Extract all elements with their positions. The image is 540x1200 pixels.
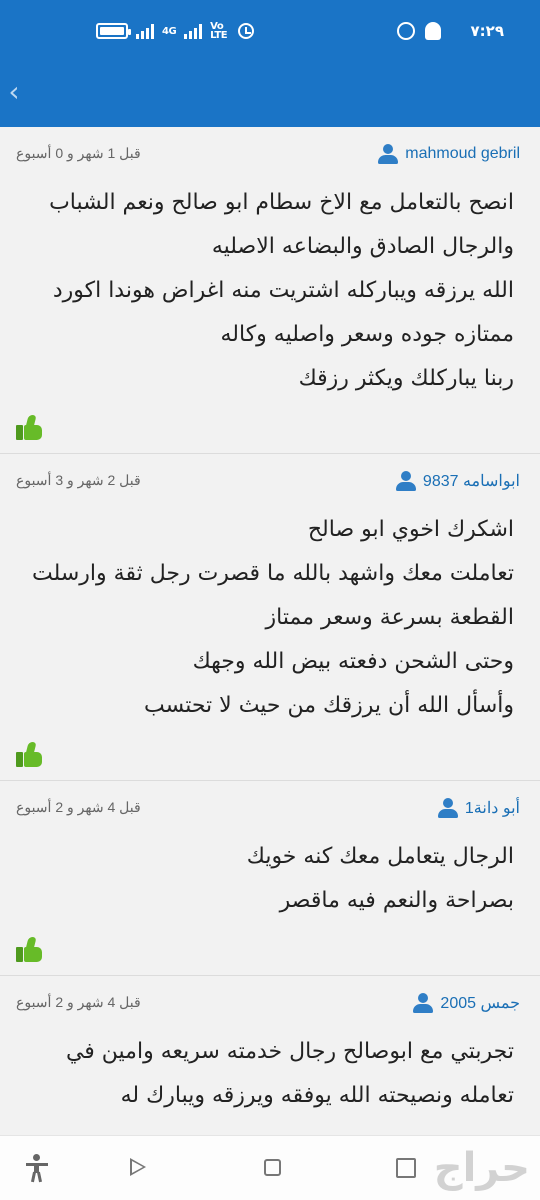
review-like-row [16, 405, 518, 453]
review-item: ابواسامه 9837 قبل 2 شهر و 3 أسبوع اشكرك … [0, 454, 540, 781]
review-line: اشكرك اخوي ابو صالح [307, 517, 514, 542]
user-icon [437, 798, 459, 818]
volte-label: Vo LTE [210, 21, 228, 41]
review-line: القطعة بسرعة وسعر ممتاز [265, 605, 514, 630]
review-header: ابواسامه 9837 قبل 2 شهر و 3 أسبوع [16, 468, 520, 498]
reviews-list[interactable]: mahmoud gebril قبل 1 شهر و 0 أسبوع انصح … [0, 127, 540, 1135]
review-user[interactable]: جمس 2005 [412, 993, 520, 1013]
review-header: جمس 2005 قبل 4 شهر و 2 أسبوع [16, 990, 520, 1020]
network-type-label: 4G [162, 25, 177, 37]
alarm-icon [238, 23, 255, 39]
battery-icon [96, 23, 131, 39]
review-time: قبل 1 شهر و 0 أسبوع [16, 145, 141, 161]
user-icon [395, 471, 417, 491]
status-clock: ٧:٢٩ [470, 22, 504, 40]
review-item: أبو دانة1 قبل 4 شهر و 2 أسبوع الرجال يتع… [0, 781, 540, 976]
signal-icon [136, 23, 154, 39]
review-text: اشكرك اخوي ابو صالح تعاملت معك واشهد بال… [16, 498, 518, 728]
nav-recents-icon[interactable] [396, 1158, 416, 1178]
thumbs-up-icon[interactable] [16, 415, 44, 441]
thumbs-up-icon[interactable] [16, 937, 44, 963]
review-like-row [16, 927, 518, 975]
review-username[interactable]: ابواسامه 9837 [423, 471, 520, 491]
review-header: mahmoud gebril قبل 1 شهر و 0 أسبوع [16, 141, 520, 171]
review-time: قبل 4 شهر و 2 أسبوع [16, 994, 141, 1010]
review-line: انصح بالتعامل مع الاخ سطام ابو صالح ونعم… [49, 190, 514, 215]
signal-icon-2 [184, 23, 203, 39]
review-item: جمس 2005 قبل 4 شهر و 2 أسبوع تجربتي مع ا… [0, 976, 540, 1118]
review-line: وأسأل الله أن يرزقك من حيث لا تحتسب [143, 693, 514, 718]
review-line: وحتى الشحن دفعته بيض الله وجهك [192, 649, 514, 674]
review-time: قبل 2 شهر و 3 أسبوع [16, 472, 141, 488]
review-header: أبو دانة1 قبل 4 شهر و 2 أسبوع [16, 795, 520, 825]
status-icons-left: 4G Vo LTE [96, 21, 255, 41]
review-line: تعامله ونصيحته الله يوفقه ويرزقه ويبارك … [120, 1083, 514, 1108]
review-username[interactable]: جمس 2005 [440, 993, 520, 1013]
review-user[interactable]: mahmoud gebril [377, 144, 520, 164]
review-line: الرجال يتعامل معك كنه خويك [246, 844, 514, 869]
review-line: والرجال الصادق والبضاعه الاصليه [211, 234, 514, 259]
user-icon [377, 144, 399, 164]
review-line: تعاملت معك واشهد بالله ما قصرت رجل ثقة و… [31, 561, 514, 586]
system-nav-bar: حراج [0, 1135, 540, 1200]
app-bar: ‹ [0, 56, 540, 127]
review-user[interactable]: ابواسامه 9837 [395, 471, 520, 491]
back-button[interactable]: ‹ [2, 74, 26, 110]
review-text: انصح بالتعامل مع الاخ سطام ابو صالح ونعم… [16, 171, 518, 401]
whatsapp-icon [396, 22, 415, 40]
user-icon [412, 993, 434, 1013]
review-username[interactable]: أبو دانة1 [465, 798, 520, 818]
review-user[interactable]: أبو دانة1 [437, 798, 520, 818]
review-line: ممتازه جوده وسعر واصليه وكاله [220, 322, 515, 347]
nav-back-icon[interactable] [130, 1158, 146, 1176]
review-time: قبل 4 شهر و 2 أسبوع [16, 799, 141, 815]
review-item: mahmoud gebril قبل 1 شهر و 0 أسبوع انصح … [0, 127, 540, 454]
accessibility-icon[interactable] [24, 1154, 50, 1183]
review-username[interactable]: mahmoud gebril [405, 145, 520, 163]
snapchat-icon [424, 22, 441, 40]
status-bar: 4G Vo LTE ٧:٢٩ [0, 0, 540, 56]
review-line: الله يرزقه ويباركله اشتريت منه اغراض هون… [52, 278, 514, 303]
review-line: تجربتي مع ابوصالح رجال خدمته سريعه وامين… [65, 1039, 514, 1064]
review-line: ربنا يباركلك ويكثر رزقك [298, 366, 514, 391]
thumbs-up-icon[interactable] [16, 742, 44, 768]
review-text: الرجال يتعامل معك كنه خويك بصراحة والنعم… [16, 825, 518, 923]
review-like-row [16, 732, 518, 780]
review-text: تجربتي مع ابوصالح رجال خدمته سريعه وامين… [16, 1020, 518, 1118]
review-line: بصراحة والنعم فيه ماقصر [279, 888, 514, 913]
nav-home-icon[interactable] [264, 1159, 281, 1176]
status-icons-right: ٧:٢٩ [396, 22, 504, 40]
